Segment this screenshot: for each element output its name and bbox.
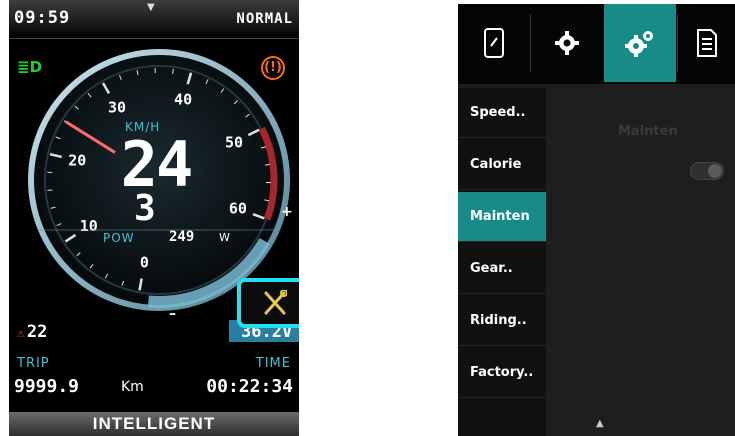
toggle-knob: [708, 164, 722, 178]
menu-item-gear[interactable]: Gear..: [458, 244, 546, 294]
maintenance-button[interactable]: [237, 278, 299, 328]
tab-info[interactable]: [678, 4, 735, 82]
plus-label: +: [281, 204, 293, 220]
tab-advanced-settings[interactable]: [604, 4, 676, 82]
tick-label-40: 40: [174, 91, 192, 109]
tick-label-0: 0: [140, 254, 149, 272]
status-bar: 09:59 ▼ NORMAL: [9, 0, 299, 39]
menu-item-riding[interactable]: Riding..: [458, 296, 546, 346]
tab-settings[interactable]: [531, 4, 603, 82]
trip-label: TRIP: [17, 356, 50, 371]
scroll-up-arrow-icon[interactable]: ▲: [596, 418, 604, 429]
assist-gear: 3: [134, 188, 156, 229]
tick-label-60: 60: [229, 200, 247, 218]
menu-item-factory[interactable]: Factory..: [458, 348, 546, 398]
power-label: POW: [103, 231, 135, 245]
assist-mode-bar[interactable]: INTELLIGENT: [9, 412, 299, 436]
error-code-value: 22: [26, 322, 48, 342]
phone-icon: [484, 28, 504, 58]
power-unit: W: [219, 231, 230, 244]
menu-item-calorie[interactable]: Calorie: [458, 140, 546, 190]
assist-mode-label: INTELLIGENT: [92, 414, 216, 433]
settings-display: Speed.. Calorie Mainten Gear.. Riding.. …: [458, 4, 735, 436]
tab-bar: [458, 4, 735, 84]
tick-label-30: 30: [108, 98, 126, 116]
clock: 09:59: [14, 8, 71, 28]
document-icon: [696, 29, 717, 57]
trip-unit: Km: [121, 379, 144, 395]
tick-label-50: 50: [225, 133, 243, 151]
time-label: TIME: [255, 356, 291, 371]
power-value: 249: [169, 229, 195, 245]
trip-value: 9999.9: [14, 376, 80, 397]
gears-icon: [625, 31, 653, 57]
dashboard-display: 09:59 ▼ NORMAL ≣D (!) 0 10 20 30 40 50 60 + – …: [9, 0, 299, 436]
gear-icon: [555, 31, 579, 55]
minor-tick: [264, 163, 270, 166]
ride-time-value: 00:22:34: [206, 376, 293, 397]
error-code: ⚠ 22: [17, 322, 47, 342]
content-title: Mainten: [618, 124, 678, 139]
pull-down-arrow-icon[interactable]: ▼: [147, 2, 155, 13]
tick-label-20: 20: [68, 152, 86, 170]
maintenance-toggle[interactable]: [690, 162, 724, 180]
speed-value: 24: [120, 128, 194, 201]
minor-tick: [172, 68, 174, 74]
tab-phone[interactable]: [458, 4, 530, 82]
menu-item-speed[interactable]: Speed..: [458, 88, 546, 138]
wrench-screwdriver-icon: [264, 290, 287, 315]
menu-item-maintenance[interactable]: Mainten: [458, 192, 546, 242]
minus-label: –: [169, 306, 176, 322]
riding-mode[interactable]: NORMAL: [236, 11, 293, 27]
settings-menu: Speed.. Calorie Mainten Gear.. Riding.. …: [458, 88, 546, 436]
error-triangle-icon: ⚠: [17, 326, 25, 341]
tick-label-10: 10: [80, 217, 98, 235]
